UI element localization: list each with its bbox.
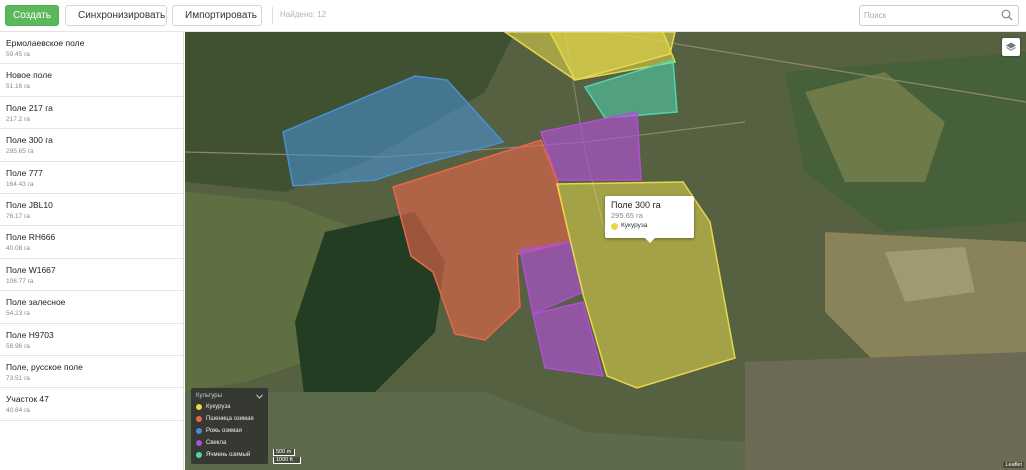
toolbar: Создать Синхронизировать Импортировать Н…: [0, 0, 1026, 32]
popup-crop-label: Кукуруза: [621, 222, 648, 229]
field-name: Новое поле: [6, 70, 52, 81]
list-item[interactable]: Поле 777 164.43 га: [0, 162, 183, 194]
legend-label: Кукуруза: [206, 404, 231, 410]
field-area: 164.43 га: [6, 180, 34, 188]
sync-button[interactable]: Синхронизировать: [65, 5, 167, 26]
field-area: 40.08 га: [6, 245, 30, 253]
field-name: Ермолаевское поле: [6, 38, 85, 48]
satellite-map[interactable]: Поле 300 га 295.65 га Кукуруза Культуры …: [185, 32, 1026, 470]
legend-header[interactable]: Культуры: [196, 391, 263, 401]
legend-label: Пшеница озимая: [206, 416, 254, 422]
list-item[interactable]: Поле, русское поле 73.51 га: [0, 356, 183, 389]
list-item[interactable]: Поле залесное 54.23 га: [0, 291, 183, 324]
field-name: Поле 217 га: [6, 102, 53, 113]
crop-color-dot: [611, 222, 618, 230]
map-scale: 500 m 1000 ft: [273, 449, 301, 465]
import-button[interactable]: Импортировать: [172, 5, 262, 26]
field-area: 295.65 га: [6, 148, 34, 156]
field-popup: Поле 300 га 295.65 га Кукуруза: [605, 196, 694, 243]
field-area: 51.16 га: [6, 83, 30, 91]
list-item[interactable]: Поле JBL10 76.17 га: [0, 194, 183, 227]
list-item[interactable]: Поле H9703 58.96 га: [0, 324, 183, 356]
field-name: Поле залесное: [6, 297, 66, 308]
village-area: [745, 352, 1026, 470]
popup-crop: Кукуруза: [611, 221, 688, 231]
popup-title: Поле 300 га: [611, 200, 661, 210]
legend-label: Свекла: [206, 440, 227, 446]
list-item[interactable]: Ермолаевское поле 59.45 га: [0, 32, 183, 65]
legend-label: Рожь озимая: [206, 428, 242, 434]
app-window: Создать Синхронизировать Импортировать Н…: [0, 0, 1026, 470]
list-item[interactable]: Поле W1667 106.77 га: [0, 259, 183, 292]
legend-item: Кукуруза: [196, 401, 263, 413]
legend-label: Ячмень озимый: [206, 452, 251, 458]
create-button[interactable]: Создать: [5, 5, 59, 26]
legend-color-dot: [196, 404, 202, 410]
list-item[interactable]: Участок 47 40.64 га: [0, 388, 183, 421]
legend-item: Свекла: [196, 437, 263, 449]
field-name: Поле H9703: [6, 329, 54, 340]
sync-button-label: Синхронизировать: [78, 10, 166, 21]
legend-item: Пшеница озимая: [196, 413, 263, 425]
import-button-label: Импортировать: [185, 10, 258, 21]
search-input[interactable]: [864, 8, 994, 23]
search-icon[interactable]: [1001, 9, 1013, 21]
found-count: Найдено: 12: [280, 10, 327, 19]
legend-title: Культуры: [196, 393, 222, 399]
field-name: Участок 47: [6, 394, 49, 405]
list-item[interactable]: Поле RH666 40.08 га: [0, 226, 183, 259]
field-name: Поле RH666: [6, 232, 56, 243]
legend-color-dot: [196, 416, 202, 422]
legend-item: Рожь озимая: [196, 425, 263, 437]
field-name: Поле 777: [6, 167, 43, 178]
chevron-down-icon[interactable]: [256, 393, 263, 399]
scale-metric: 500 m: [273, 449, 295, 456]
toolbar-divider: [272, 7, 273, 24]
field-name: Поле JBL10: [6, 199, 53, 210]
field-name: Поле 300 га: [6, 135, 53, 146]
legend-color-dot: [196, 452, 202, 458]
legend-color-dot: [196, 440, 202, 446]
field-area: 73.51 га: [6, 374, 30, 382]
field-area: 76.17 га: [6, 212, 30, 220]
popup-area: 295.65 га: [611, 211, 643, 220]
legend-item: Ячмень озимый: [196, 449, 263, 461]
layers-icon: [1006, 42, 1016, 51]
field-name: Поле W1667: [6, 264, 56, 275]
layers-button[interactable]: [1002, 38, 1020, 56]
legend-color-dot: [196, 428, 202, 434]
create-button-label: Создать: [12, 10, 51, 21]
fields-sidebar: Ермолаевское поле 59.45 га Новое поле 51.1…: [0, 32, 184, 470]
search-box[interactable]: [859, 5, 1019, 26]
field-name: Поле, русское поле: [6, 361, 83, 372]
list-item[interactable]: Поле 217 га 217.2 га: [0, 97, 183, 130]
crops-legend: Культуры Кукуруза Пшеница озимая Рожь оз…: [191, 388, 268, 464]
field-area: 54.23 га: [6, 310, 30, 318]
list-item[interactable]: Новое поле 51.16 га: [0, 64, 183, 97]
scale-imperial: 1000 ft: [273, 457, 301, 464]
field-area: 59.45 га: [6, 51, 30, 58]
field-area: 40.64 га: [6, 407, 30, 415]
map-canvas[interactable]: [185, 32, 1026, 470]
list-item[interactable]: Поле 300 га 295.65 га: [0, 129, 183, 162]
map-attribution[interactable]: Leaflet: [1003, 462, 1024, 468]
field-area: 58.96 га: [6, 342, 30, 350]
field-area: 106.77 га: [6, 277, 34, 285]
field-area: 217.2 га: [6, 115, 30, 123]
